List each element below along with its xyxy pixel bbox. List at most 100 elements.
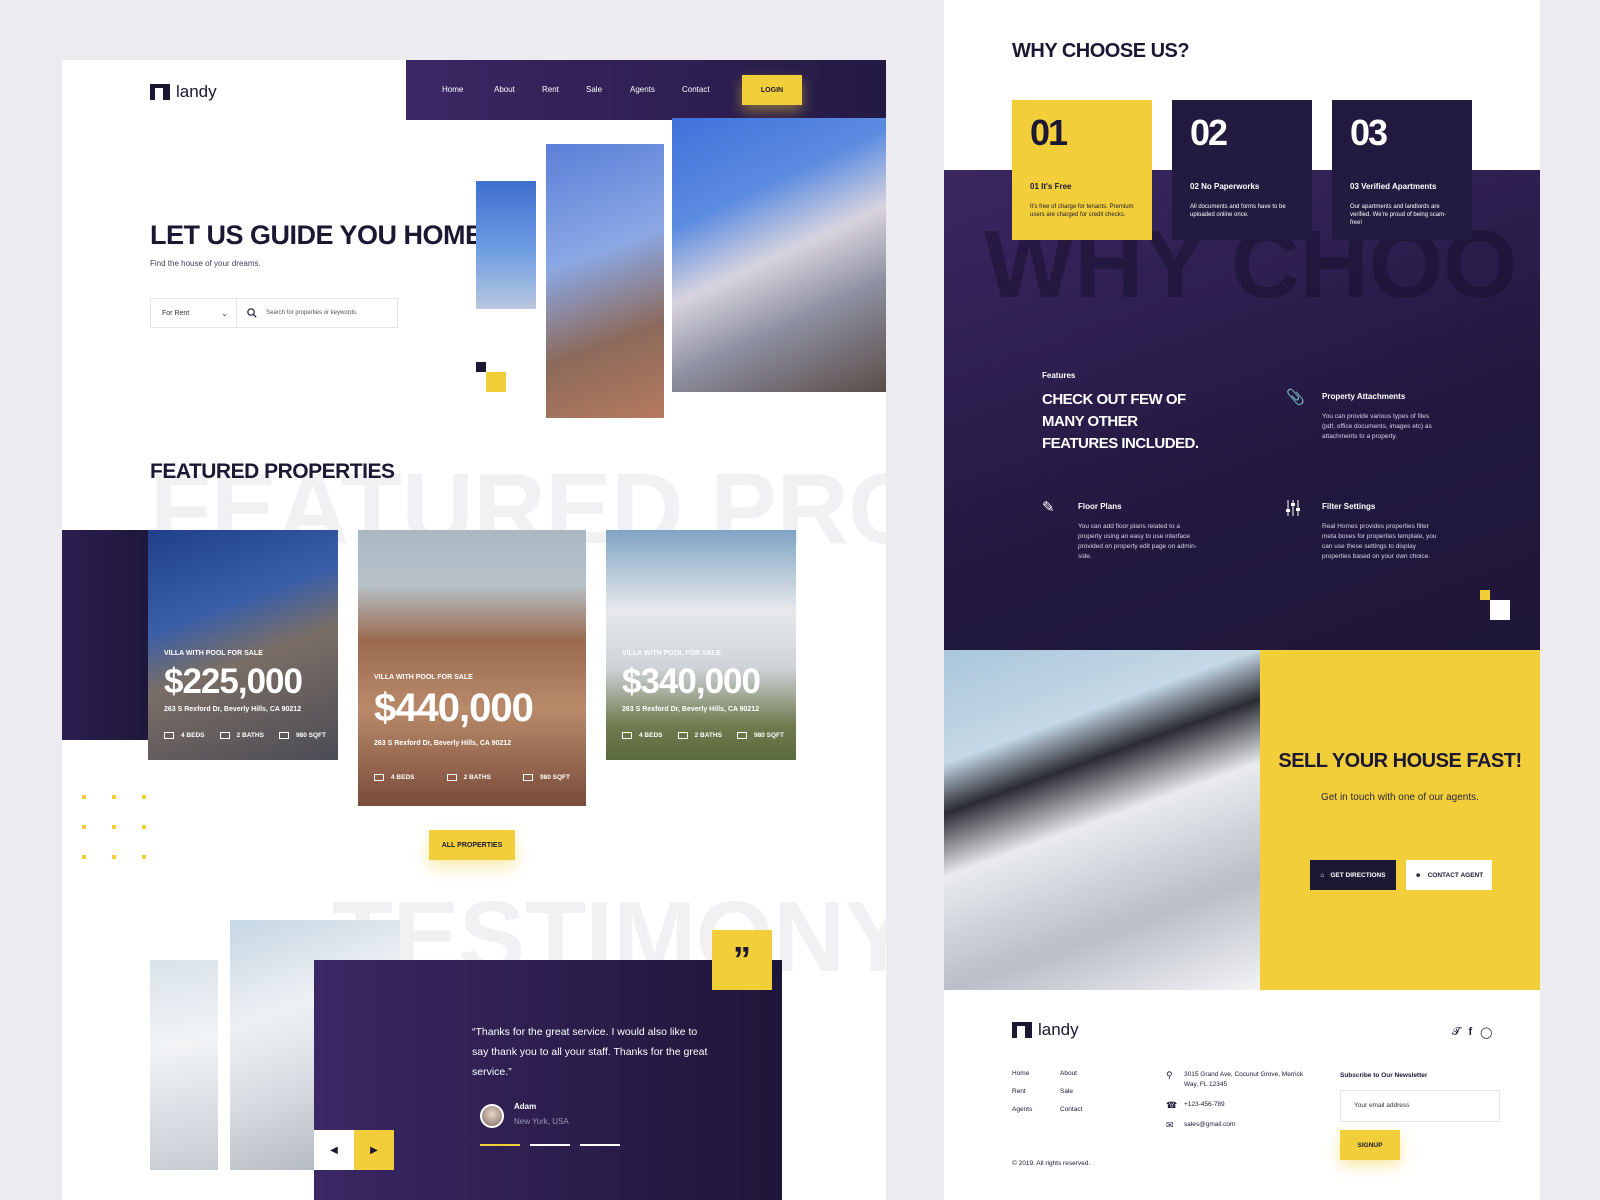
nav-contact[interactable]: Contact xyxy=(682,85,710,94)
property-beds: 4 BEDS xyxy=(639,732,663,740)
testimonial-text: “Thanks for the great service. I would a… xyxy=(472,1026,708,1078)
why-card-desc: Our apartments and landlords are verifie… xyxy=(1350,204,1447,226)
footer-link-sale[interactable]: Sale xyxy=(1060,1088,1073,1095)
bed-icon xyxy=(374,774,384,781)
nav-sale[interactable]: Sale xyxy=(586,85,602,94)
signup-button[interactable]: SIGNUP xyxy=(1340,1130,1400,1160)
deco-square-yellow xyxy=(1480,590,1490,600)
avatar xyxy=(480,1104,504,1128)
area-icon xyxy=(523,774,533,781)
nav-rent[interactable]: Rent xyxy=(542,85,559,94)
author-location: New York, USA xyxy=(514,1117,569,1126)
why-card-number: 01 xyxy=(1030,112,1068,153)
search-input[interactable]: Search for properties or keywords. xyxy=(237,299,397,327)
feature-title: Floor Plans xyxy=(1078,502,1122,511)
property-address: 263 S Rexford Dr, Beverly Hills, CA 9021… xyxy=(374,740,512,747)
property-meta: 4 BEDS 2 BATHS 980 SQFT xyxy=(622,732,784,739)
instagram-icon[interactable]: ◯ xyxy=(1480,1026,1492,1039)
nav-home[interactable]: Home xyxy=(442,85,463,94)
feature-desc: Real Homes provides properties filter me… xyxy=(1322,523,1437,560)
quote-icon: ” xyxy=(712,930,772,990)
deco-dots xyxy=(82,795,152,865)
next-arrow-icon[interactable]: ▶ xyxy=(354,1130,394,1170)
footer-phone: +123-456-789 xyxy=(1184,1101,1225,1108)
why-card-title: 02 No Paperworks xyxy=(1190,182,1260,191)
footer-link-agents[interactable]: Agents xyxy=(1012,1106,1032,1113)
get-directions-button[interactable]: ⌂ GET DIRECTIONS xyxy=(1310,860,1396,890)
bath-icon xyxy=(677,732,688,739)
footer-link-rent[interactable]: Rent xyxy=(1012,1088,1026,1095)
property-baths: 2 BATHS xyxy=(463,774,491,782)
footer-logo[interactable]: landy xyxy=(1012,1020,1079,1040)
copyright: © 2019. All rights reserved. xyxy=(1012,1160,1091,1167)
pencil-ruler-icon: ✎ xyxy=(1042,499,1055,516)
hero-subtitle: Find the house of your dreams. xyxy=(150,259,261,268)
hero-image-small xyxy=(476,181,536,309)
property-address: 263 S Rexford Dr, Beverly Hills, CA 9021… xyxy=(164,706,302,713)
facebook-icon[interactable]: f xyxy=(1468,1026,1472,1039)
slider-indicator-active[interactable] xyxy=(480,1144,520,1146)
why-card-title: 01 It's Free xyxy=(1030,182,1072,191)
location-pin-icon: ⚲ xyxy=(1166,1070,1173,1080)
nav-about[interactable]: About xyxy=(494,85,515,94)
deco-square-white xyxy=(1490,600,1510,620)
testimony-image-small xyxy=(150,960,218,1170)
features-label: Features xyxy=(1042,371,1076,380)
slider-indicator[interactable] xyxy=(580,1144,620,1146)
hero-title: LET US GUIDE YOU HOME xyxy=(150,220,483,250)
landing-page-left: landy Home About Rent Sale Agents Contac… xyxy=(62,60,886,1200)
features-heading: CHECK OUT FEW OF MANY OTHER FEATURES INC… xyxy=(1042,391,1199,452)
search-placeholder: Search for properties or keywords. xyxy=(266,310,358,316)
slider-indicator[interactable] xyxy=(530,1144,570,1146)
feature-title: Property Attachments xyxy=(1322,392,1406,401)
newsletter-email-input[interactable]: Your email address xyxy=(1340,1090,1500,1122)
property-tag: VILLA WITH POOL FOR SALE xyxy=(374,674,473,681)
footer-link-about[interactable]: About xyxy=(1060,1070,1077,1077)
why-band: WHY CHOO xyxy=(944,170,1540,650)
sell-panel: SELL YOUR HOUSE FAST! Get in touch with … xyxy=(1260,650,1540,990)
contact-agent-button[interactable]: ☻ CONTACT AGENT xyxy=(1406,860,1492,890)
sell-subtitle: Get in touch with one of our agents. xyxy=(1321,792,1479,803)
footer-link-home[interactable]: Home xyxy=(1012,1070,1029,1077)
prev-arrow-icon[interactable]: ◀ xyxy=(314,1130,354,1170)
why-card-desc: All documents and forms have to be uploa… xyxy=(1190,204,1286,218)
feature-desc: You can add floor plans related to a pro… xyxy=(1078,523,1197,560)
nav-agents[interactable]: Agents xyxy=(630,85,655,94)
property-card[interactable]: VILLA WITH POOL FOR SALE $440,000 263 S … xyxy=(358,530,586,806)
all-properties-button[interactable]: ALL PROPERTIES xyxy=(429,830,515,860)
select-value: For Rent xyxy=(162,309,190,317)
why-title: WHY CHOOSE US? xyxy=(1012,40,1190,62)
property-meta: 4 BEDS 2 BATHS 980 SQFT xyxy=(374,774,570,781)
search-bar: For Rent ⌄ Search for properties or keyw… xyxy=(150,298,398,328)
property-beds: 4 BEDS xyxy=(391,774,415,782)
paperclip-icon: 📎 xyxy=(1286,389,1305,406)
property-card[interactable]: VILLA WITH POOL FOR SALE $225,000 263 S … xyxy=(148,530,338,760)
footer-email: sales@gmail.com xyxy=(1184,1121,1236,1128)
bath-icon xyxy=(219,732,230,739)
property-area: 980 SQFT xyxy=(540,774,570,782)
sell-house-image xyxy=(944,650,1260,990)
why-card-title: 03 Verified Apartments xyxy=(1350,182,1437,191)
property-price: $440,000 xyxy=(374,686,534,730)
hero-image-main xyxy=(672,118,886,392)
featured-bg-block xyxy=(62,530,162,740)
feature-desc: You can provide various types of files (… xyxy=(1322,413,1432,440)
login-button[interactable]: LOGIN xyxy=(742,75,802,105)
why-card: 01 01 It's Free It's free of charge for … xyxy=(1012,100,1152,240)
bed-icon xyxy=(622,732,632,739)
area-icon xyxy=(279,732,289,739)
property-card[interactable]: VILLA WITH POOL FOR SALE $340,000 263 S … xyxy=(606,530,796,760)
property-area: 980 SQFT xyxy=(754,732,784,740)
property-meta: 4 BEDS 2 BATHS 980 SQFT xyxy=(164,732,326,739)
newsletter-title: Subscribe to Our Newsletter xyxy=(1340,1072,1428,1079)
logo[interactable]: landy xyxy=(150,82,217,102)
twitter-icon[interactable]: 𝓣 xyxy=(1452,1026,1460,1039)
footer-address: 3015 Grand Ave, Cocunut Grove, Merrick W… xyxy=(1184,1071,1304,1088)
logo-mark-icon xyxy=(150,84,170,100)
chevron-down-icon: ⌄ xyxy=(221,308,228,318)
hero-image-middle xyxy=(546,144,664,418)
rent-type-select[interactable]: For Rent ⌄ xyxy=(151,299,237,327)
why-card-number: 02 xyxy=(1190,112,1228,153)
search-icon xyxy=(247,308,257,318)
footer-link-contact[interactable]: Contact xyxy=(1060,1106,1082,1113)
